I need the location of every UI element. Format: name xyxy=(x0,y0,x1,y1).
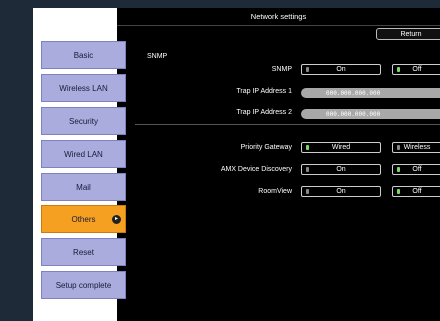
sidebar-item-label: Wired LAN xyxy=(64,149,103,159)
sidebar-item-label: Security xyxy=(69,116,98,126)
sidebar-item-others[interactable]: Others ▸ xyxy=(41,205,126,233)
roomview-label: RoomView xyxy=(258,188,292,195)
snmp-on-button[interactable]: On xyxy=(301,64,381,75)
sidebar-item-label: Basic xyxy=(73,50,94,60)
indicator-icon xyxy=(306,167,309,172)
indicator-icon xyxy=(397,167,400,172)
indicator-icon xyxy=(306,189,309,194)
sidebar-item-setup-complete[interactable]: Setup complete xyxy=(41,271,126,299)
indicator-icon xyxy=(306,145,309,150)
priority-gateway-label: Priority Gateway xyxy=(240,144,292,151)
trap-ip-2-field[interactable]: 000.000.000.000 xyxy=(301,109,440,119)
trap-ip-1-label: Trap IP Address 1 xyxy=(236,88,292,95)
indicator-icon xyxy=(397,67,400,72)
sidebar-item-security[interactable]: Security xyxy=(41,107,126,135)
trap-ip-2-label: Trap IP Address 2 xyxy=(236,109,292,116)
sidebar-item-wireless-lan[interactable]: Wireless LAN xyxy=(41,74,126,102)
settings-panel: SNMP SNMP On Off Trap IP Address 1 000.0… xyxy=(117,8,440,321)
wireless-button[interactable]: Wireless xyxy=(392,142,440,153)
wired-button[interactable]: Wired xyxy=(301,142,381,153)
sidebar-item-mail[interactable]: Mail xyxy=(41,173,126,201)
arrow-right-icon: ▸ xyxy=(112,215,121,224)
amx-off-button[interactable]: Off xyxy=(392,164,440,175)
sidebar-item-label: Others xyxy=(71,214,96,224)
sidebar-item-basic[interactable]: Basic xyxy=(41,41,126,69)
sidebar-item-label: Mail xyxy=(76,182,91,192)
trap-ip-1-field[interactable]: 000.000.000.000 xyxy=(301,88,440,98)
sidebar-item-label: Wireless LAN xyxy=(59,83,108,93)
indicator-icon xyxy=(397,145,400,150)
sidebar-item-reset[interactable]: Reset xyxy=(41,238,126,266)
section-title-snmp: SNMP xyxy=(147,53,168,60)
roomview-off-button[interactable]: Off xyxy=(392,186,440,197)
sidebar-item-label: Setup complete xyxy=(55,280,112,290)
sidebar-item-wired-lan[interactable]: Wired LAN xyxy=(41,140,126,168)
sidebar-item-label: Reset xyxy=(73,247,94,257)
snmp-off-button[interactable]: Off xyxy=(392,64,440,75)
divider xyxy=(135,124,440,125)
amx-label: AMX Device Discovery xyxy=(220,166,292,173)
indicator-icon xyxy=(306,67,309,72)
settings-window: Basic Wireless LAN Security Wired LAN Ma… xyxy=(33,8,440,321)
amx-on-button[interactable]: On xyxy=(301,164,381,175)
roomview-on-button[interactable]: On xyxy=(301,186,381,197)
indicator-icon xyxy=(397,189,400,194)
snmp-label: SNMP xyxy=(271,66,292,73)
